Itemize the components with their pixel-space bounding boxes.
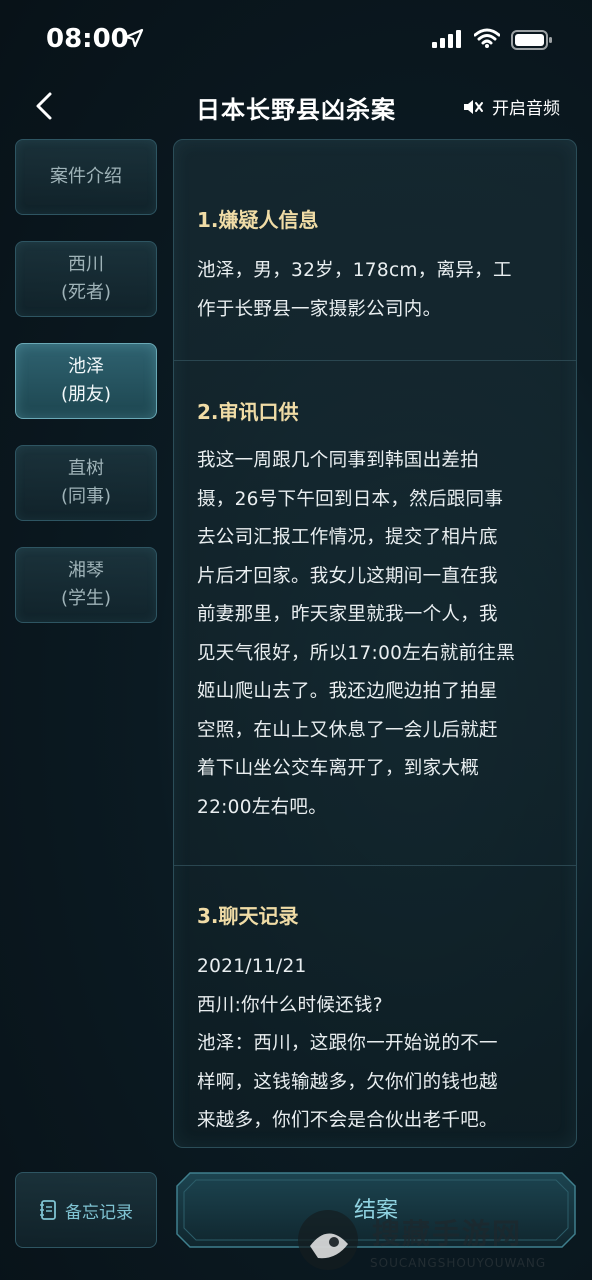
header: 日本长野县凶杀案 开启音频 — [0, 80, 592, 136]
section-title-chat-log: 3.聊天记录 — [197, 904, 299, 928]
text-line: 22:00左右吧。 — [197, 796, 328, 818]
tab-label: 湘琴 — [68, 560, 104, 581]
wifi-icon — [474, 28, 500, 48]
notebook-icon — [40, 1200, 56, 1220]
tab-label: 案件介绍 — [50, 166, 122, 187]
section-body-interrogation: 我这一周跟几个同事到韩国出差拍 摄，26号下午回到日本，然后跟同事 去公司汇报工… — [197, 442, 547, 827]
memo-label: 备忘记录 — [65, 1202, 133, 1223]
watermark-text: 搜藏手游网 — [372, 1217, 523, 1250]
tab-label: 西川 — [68, 254, 104, 275]
memo-button[interactable]: 备忘记录 — [15, 1172, 157, 1248]
audio-toggle-label: 开启音频 — [492, 99, 560, 119]
battery-icon — [511, 30, 552, 50]
text-line: 来越多，你们不会是合伙出老千吧。 — [197, 1110, 498, 1131]
text-line: 摄，26号下午回到日本，然后跟同事 — [197, 488, 504, 510]
speaker-muted-icon — [464, 99, 483, 114]
section-body-suspect-info: 池泽，男，32岁，178cm，离异，工 作于长野县一家摄影公司内。 — [197, 252, 547, 329]
section-title-suspect-info: 1.嫌疑人信息 — [197, 208, 319, 232]
text-line: 池泽，男，32岁，178cm，离异，工 — [197, 260, 512, 281]
tab-case-intro[interactable]: 案件介绍 — [15, 139, 157, 215]
divider — [174, 865, 576, 866]
text-line: 片后才回家。我女儿这期间一直在我 — [197, 565, 498, 587]
status-bar: 08:00 — [0, 0, 592, 80]
text-line: 见天气很好，所以17:00左右就前往黑 — [197, 642, 516, 664]
content-panel[interactable]: 1.嫌疑人信息 池泽，男，32岁，178cm，离异，工 作于长野县一家摄影公司内… — [173, 139, 577, 1148]
tab-role: (死者) — [60, 282, 112, 303]
text-line: 样啊，这钱输越多，欠你们的钱也越 — [197, 1071, 498, 1093]
text-line: 2021/11/21 — [197, 956, 307, 977]
text-line: 去公司汇报工作情况，提交了相片底 — [197, 527, 498, 548]
watermark-subtext: SOUCANGSHOUYOUWANG — [370, 1256, 547, 1270]
tab-naoki[interactable]: 直树 (同事) — [15, 445, 157, 521]
section-title-interrogation: 2.审讯口供 — [197, 400, 299, 424]
location-arrow-icon — [124, 28, 144, 48]
tab-label: 直树 — [68, 458, 104, 479]
tab-label: 池泽 — [68, 356, 104, 377]
tab-xiangqin[interactable]: 湘琴 (学生) — [15, 547, 157, 623]
text-line: 西川:你什么时候还钱? — [197, 994, 383, 1016]
tab-role: (朋友) — [60, 384, 112, 405]
text-line: 前妻那里，昨天家里就我一个人，我 — [197, 604, 498, 625]
section-body-chat-log: 2021/11/21 西川:你什么时候还钱? 池泽：西川，这跟你一开始说的不一 … — [197, 948, 547, 1141]
text-line: 我这一周跟几个同事到韩国出差拍 — [197, 450, 480, 471]
text-line: 空照，在山上又休息了一会儿后就赶 — [197, 719, 498, 741]
divider — [174, 360, 576, 361]
text-line: 池泽：西川，这跟你一开始说的不一 — [197, 1033, 498, 1054]
tab-role: (同事) — [60, 486, 112, 507]
tab-ikezawa[interactable]: 池泽 (朋友) — [15, 343, 157, 419]
audio-toggle-button[interactable]: 开启音频 — [462, 94, 560, 119]
tab-role: (学生) — [60, 588, 112, 609]
text-line: 着下山坐公交车离开了，到家大概 — [197, 758, 480, 779]
status-time: 08:00 — [46, 24, 129, 54]
cellular-signal-icon — [432, 30, 461, 48]
tab-nishikawa[interactable]: 西川 (死者) — [15, 241, 157, 317]
text-line: 作于长野县一家摄影公司内。 — [197, 298, 442, 320]
text-line: 姬山爬山去了。我还边爬边拍了拍星 — [197, 681, 498, 702]
